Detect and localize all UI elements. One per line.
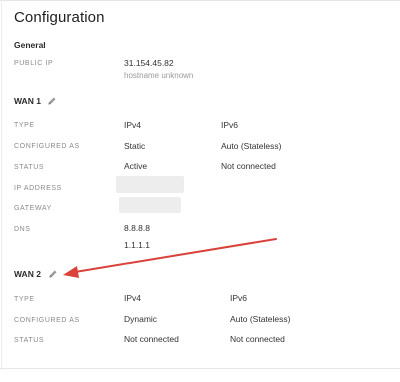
wan2-status-label: STATUS (14, 337, 45, 344)
pencil-icon[interactable] (47, 96, 57, 106)
wan2-configured-as-label: CONFIGURED AS (14, 317, 80, 324)
wan1-configured-as-label: CONFIGURED AS (14, 143, 80, 150)
wan2-status-ipv4: Not connected (124, 334, 179, 344)
panel-left-border (1, 0, 2, 370)
wan1-status-ipv4: Active (124, 161, 148, 171)
wan2-type-ipv6: IPv6 (230, 293, 248, 303)
panel-bottom-border (0, 368, 400, 369)
wan1-type-ipv6: IPv6 (221, 120, 239, 130)
wan1-dns-secondary: 1.1.1.1 (124, 240, 150, 250)
wan2-status-ipv6: Not connected (230, 334, 285, 344)
wan1-heading: WAN 1 (14, 96, 41, 106)
wan2-configured-as-ipv4: Dynamic (124, 314, 158, 324)
wan1-type-label: TYPE (14, 122, 35, 129)
wan2-type-label: TYPE (14, 296, 35, 303)
wan2-configured-as-ipv6: Auto (Stateless) (230, 314, 291, 324)
wan2-heading: WAN 2 (14, 269, 41, 279)
general-heading: General (14, 40, 46, 50)
wan1-status-label: STATUS (14, 164, 45, 171)
hostname-value: hostname unknown (124, 71, 194, 80)
wan1-dns-primary: 8.8.8.8 (124, 223, 150, 233)
pencil-icon[interactable] (48, 269, 58, 279)
wan1-configured-as-ipv6: Auto (Stateless) (221, 141, 282, 151)
ip-address-redacted (116, 176, 184, 193)
wan2-type-ipv4: IPv4 (124, 293, 142, 303)
gateway-redacted (119, 197, 181, 213)
wan1-status-ipv6: Not connected (221, 161, 276, 171)
public-ip-value: 31.154.45.82 (124, 58, 174, 68)
panel-top-border (0, 0, 400, 1)
wan1-configured-as-ipv4: Static (124, 141, 146, 151)
page-title: Configuration (14, 9, 105, 26)
wan1-type-ipv4: IPv4 (124, 120, 142, 130)
wan1-gateway-label: GATEWAY (14, 205, 52, 212)
wan1-ip-address-label: IP ADDRESS (14, 185, 62, 192)
wan1-dns-label: DNS (14, 226, 31, 233)
public-ip-label: PUBLIC IP (14, 60, 54, 67)
